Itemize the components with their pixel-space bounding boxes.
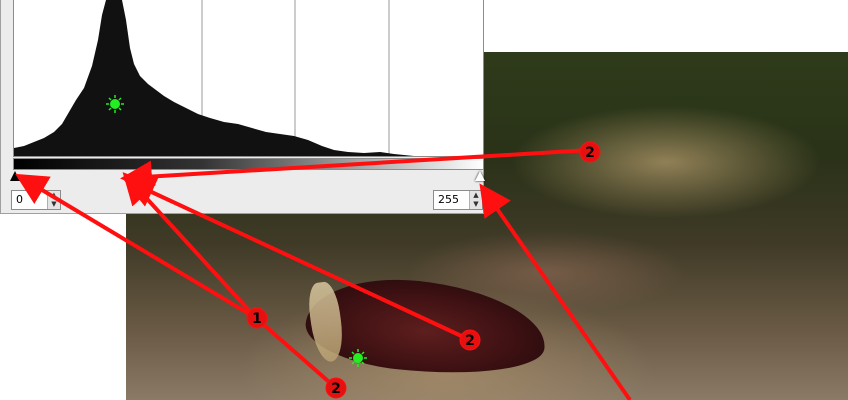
spin-arrows-icon[interactable]: ▲ ▼ — [47, 191, 60, 209]
black-input-spinbox[interactable]: 0 ▲ ▼ — [11, 190, 61, 210]
histogram-area — [14, 0, 414, 156]
histogram-panel — [13, 0, 484, 157]
black-point-handle[interactable] — [10, 171, 20, 181]
spin-arrows-icon[interactable]: ▲ ▼ — [469, 191, 482, 209]
white-point-handle[interactable] — [475, 171, 485, 181]
input-gradient-bar — [13, 158, 484, 170]
black-input-value: 0 — [16, 193, 23, 206]
white-input-value: 255 — [438, 193, 459, 206]
histogram-graph — [14, 0, 414, 156]
levels-dialog: 0 ▲ ▼ 255 ▲ ▼ — [0, 0, 485, 214]
white-input-spinbox[interactable]: 255 ▲ ▼ — [433, 190, 483, 210]
input-handles — [10, 170, 485, 184]
